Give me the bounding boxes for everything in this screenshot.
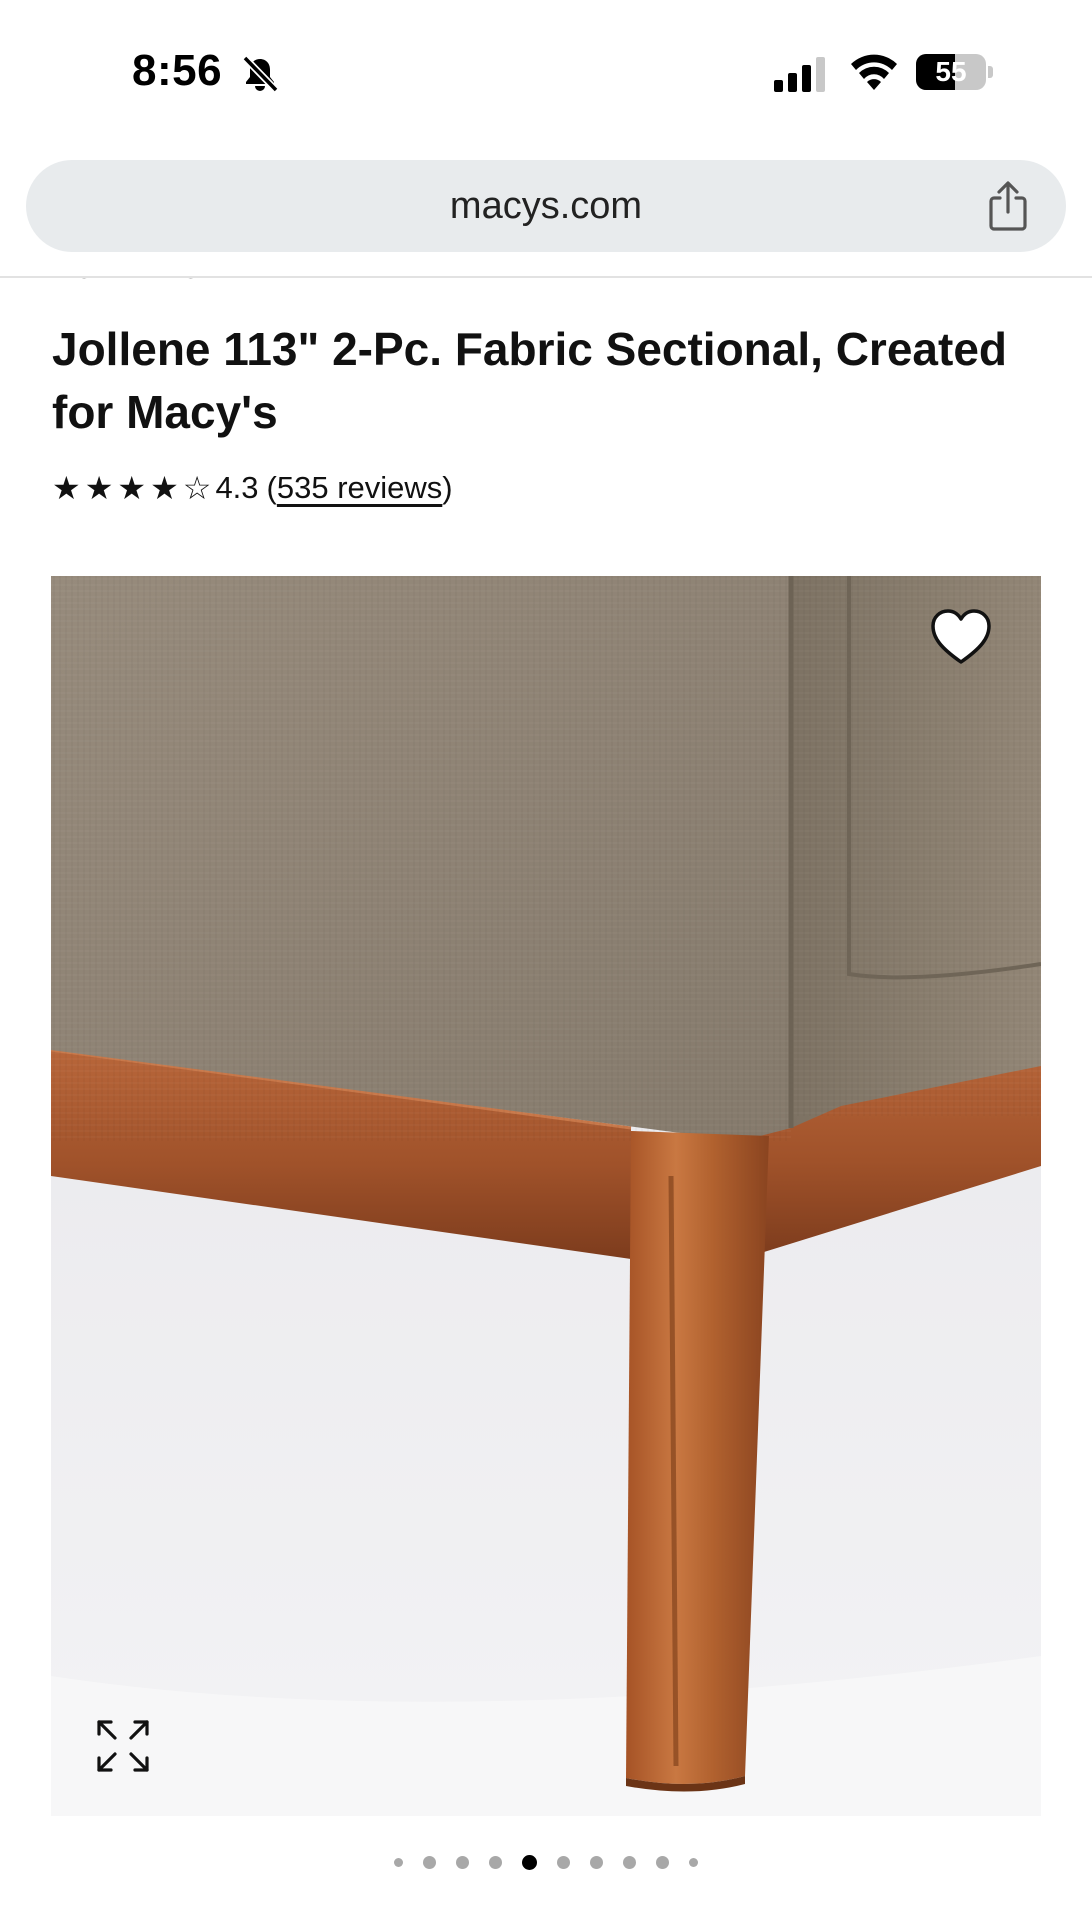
reviews-open-paren: ( (266, 470, 277, 505)
category-label[interactable]: FURNITURE (52, 278, 252, 286)
pagination-dot[interactable] (590, 1855, 603, 1869)
address-bar[interactable]: macys.com (26, 160, 1066, 252)
star-empty-icon: ☆ (182, 470, 212, 506)
battery-tip (988, 66, 993, 78)
rating-row: ★ ★ ★ ★ ☆ 4.3 ( 535 reviews ) (52, 466, 453, 510)
star-rating: ★ ★ ★ ★ ☆ (52, 466, 215, 510)
product-title: Jollene 113" 2-Pc. Fabric Sectional, Cre… (52, 323, 1007, 438)
wifi-icon (851, 54, 897, 90)
product-image[interactable] (51, 576, 1041, 1816)
battery-level: 55 (935, 56, 967, 87)
pagination-dot[interactable] (557, 1855, 570, 1869)
pagination-dot[interactable] (423, 1855, 436, 1869)
status-bar: 8:56 55 (0, 0, 1092, 150)
bell-slash-icon (242, 55, 279, 93)
rating-value: 4.3 (215, 470, 259, 505)
url-text[interactable]: macys.com (26, 160, 1066, 252)
pagination-dot[interactable] (689, 1857, 698, 1867)
pagination-dot[interactable] (656, 1855, 669, 1869)
pagination-dot-active[interactable] (522, 1854, 537, 1870)
status-time: 8:56 (132, 46, 223, 95)
share-icon[interactable] (984, 180, 1032, 232)
star-filled-icon: ★ (52, 470, 81, 506)
pagination-dot[interactable] (623, 1855, 636, 1869)
sofa-leg-photo (51, 576, 1041, 1816)
heart-icon[interactable] (927, 606, 995, 668)
reviews-close-paren: ) (442, 470, 453, 505)
pagination-dot[interactable] (489, 1855, 502, 1869)
reviews-link[interactable]: 535 reviews (277, 470, 442, 506)
pagination-dot[interactable] (456, 1855, 469, 1869)
expand-icon[interactable] (91, 1714, 155, 1778)
battery-icon: 55 (916, 54, 994, 90)
image-pagination (0, 1850, 1092, 1874)
star-filled-icon: ★ (84, 470, 114, 506)
battery-body: 55 (916, 54, 986, 90)
pagination-dot[interactable] (394, 1857, 403, 1867)
cellular-signal-icon (774, 57, 825, 92)
star-filled-icon: ★ (150, 470, 179, 506)
category-label-clip: FURNITURE (52, 278, 452, 286)
star-filled-icon: ★ (117, 470, 147, 506)
